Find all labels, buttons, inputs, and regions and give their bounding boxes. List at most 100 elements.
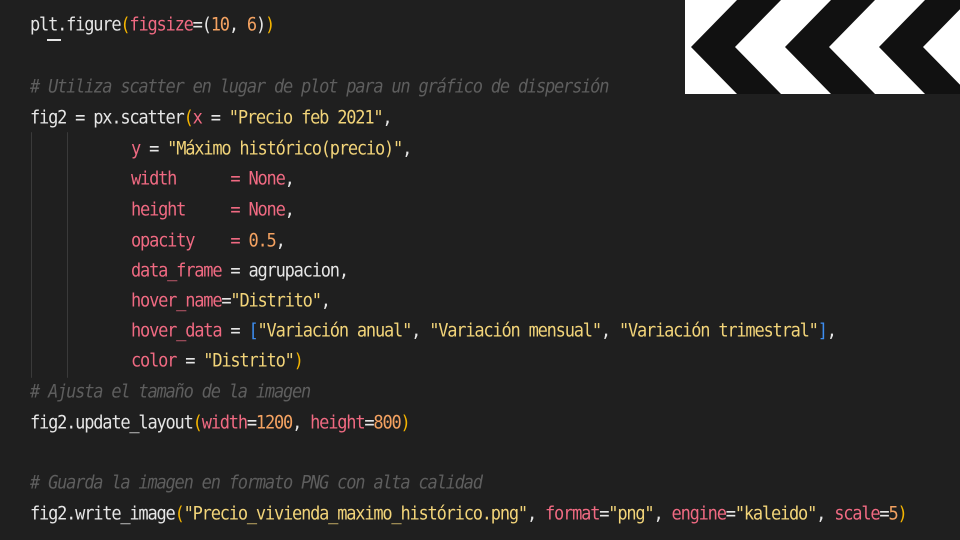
indent-guide bbox=[30, 284, 131, 318]
code-token: height bbox=[131, 198, 186, 222]
code-token: = bbox=[192, 13, 203, 37]
code-line-hover-data: hover_data = ["Variación anual", "Variac… bbox=[30, 314, 837, 348]
code-token: , bbox=[228, 13, 247, 37]
code-token: 6 bbox=[246, 13, 257, 37]
code-token: "Máximo histórico(precio)" bbox=[167, 137, 403, 161]
code-token: , bbox=[338, 259, 349, 283]
code-line-scatter: fig2 = px.scatter(x = "Precio feb 2021", bbox=[30, 101, 393, 135]
code-token: 0.5 bbox=[248, 229, 276, 253]
code-token: height bbox=[310, 411, 365, 435]
code-token: width bbox=[201, 411, 248, 435]
code-line-opacity: opacity = 0.5, bbox=[30, 224, 286, 258]
code-token: ( bbox=[201, 13, 212, 37]
code-token: , bbox=[275, 229, 286, 253]
code-line-height: height = None, bbox=[30, 193, 295, 227]
code-token: = bbox=[201, 106, 229, 130]
code-token: "Distrito" bbox=[230, 289, 322, 313]
code-token: , bbox=[816, 502, 835, 526]
code-token: = bbox=[246, 411, 257, 435]
code-token: hover_name bbox=[131, 289, 223, 313]
code-token: , bbox=[402, 137, 412, 161]
code-token: fig2.write_image bbox=[30, 502, 176, 526]
code-line-y: y = "Máximo histórico(precio)", bbox=[30, 132, 412, 166]
code-token: ( bbox=[192, 411, 203, 435]
code-token: engine bbox=[671, 502, 727, 526]
code-token: width bbox=[131, 167, 177, 191]
indent-guide bbox=[30, 254, 131, 288]
code-token: = bbox=[140, 137, 168, 161]
code-token: ) bbox=[265, 13, 275, 37]
code-token: [ bbox=[248, 319, 258, 343]
code-token: = bbox=[599, 502, 609, 526]
code-token: ( bbox=[174, 502, 185, 526]
code-token: , bbox=[284, 198, 295, 222]
code-token: , bbox=[382, 106, 392, 130]
code-token: 1200 bbox=[255, 411, 293, 435]
double-chevron-left-logo bbox=[685, 0, 960, 94]
code-token: , bbox=[292, 411, 311, 435]
code-token: ( bbox=[183, 106, 194, 130]
indent-guide bbox=[30, 224, 131, 258]
code-token: "kaleido" bbox=[734, 502, 818, 526]
code-token: 5 bbox=[888, 502, 898, 526]
code-token: = bbox=[194, 229, 249, 253]
code-line-figure: plt.figure(figsize=(10, 6)) bbox=[30, 8, 275, 42]
chevrons-icon bbox=[691, 0, 960, 94]
code-comment: # Ajusta el tamaño de la imagen bbox=[30, 380, 311, 404]
code-token: , bbox=[320, 289, 331, 313]
chevron-left-icon bbox=[879, 0, 960, 94]
code-line-color: color = "Distrito") bbox=[30, 344, 304, 378]
code-line-width: width = None, bbox=[30, 162, 295, 196]
indent-guide bbox=[30, 193, 131, 227]
indent-guide bbox=[30, 132, 131, 166]
code-token: ] bbox=[817, 319, 828, 343]
code-token: data_frame bbox=[131, 259, 223, 283]
code-token: = bbox=[221, 319, 249, 343]
code-token: "Variación mensual" bbox=[429, 319, 602, 343]
code-token: x bbox=[192, 106, 203, 130]
code-token: ) bbox=[255, 13, 266, 37]
code-token: ) bbox=[897, 502, 908, 526]
chevron-left-icon bbox=[785, 0, 875, 94]
code-token: "Precio feb 2021" bbox=[228, 106, 384, 130]
code-token: plt.figure bbox=[30, 13, 122, 37]
code-token: "png" bbox=[608, 502, 654, 526]
code-token: None bbox=[248, 198, 285, 222]
code-line-write-image: fig2.write_image("Precio_vivienda_maximo… bbox=[30, 497, 908, 531]
code-token: opacity bbox=[131, 229, 195, 253]
code-line-hover-name: hover_name="Distrito", bbox=[30, 284, 331, 318]
indent-guide bbox=[30, 162, 131, 196]
code-token: 10 bbox=[210, 13, 230, 37]
indent-guide bbox=[30, 344, 131, 378]
code-token: format bbox=[545, 502, 600, 526]
code-token: hover_data bbox=[131, 319, 223, 343]
code-comment: # Guarda la imagen en formato PNG con al… bbox=[30, 471, 483, 495]
code-token: "Distrito" bbox=[203, 349, 295, 373]
code-token: color bbox=[131, 349, 177, 373]
code-token: = bbox=[221, 259, 249, 283]
code-token: ) bbox=[400, 411, 411, 435]
code-token: "Variación trimestral" bbox=[618, 319, 819, 343]
code-token: y bbox=[131, 137, 141, 161]
code-token: fig2.update_layout bbox=[30, 411, 194, 435]
code-token: fig2 = px.scatter bbox=[30, 106, 185, 130]
code-token: , bbox=[526, 502, 546, 526]
code-token: , bbox=[653, 502, 672, 526]
code-line-data-frame: data_frame = agrupacion, bbox=[30, 254, 349, 288]
code-token: ) bbox=[293, 349, 304, 373]
code-line-update-layout: fig2.update_layout(width=1200, height=80… bbox=[30, 406, 411, 440]
code-token: = bbox=[185, 198, 249, 222]
code-comment: # Utiliza scatter en lugar de plot para … bbox=[30, 75, 609, 99]
code-token: , bbox=[600, 319, 619, 343]
code-token: agrupacion bbox=[248, 259, 340, 283]
code-token: , bbox=[826, 319, 837, 343]
code-token: "Precio_vivienda_maximo_histórico.png" bbox=[183, 502, 529, 526]
code-token: = bbox=[176, 349, 204, 373]
code-token: "Variación anual" bbox=[257, 319, 413, 343]
code-token: None bbox=[248, 167, 285, 191]
code-token: scale bbox=[834, 502, 880, 526]
code-token: 800 bbox=[373, 411, 401, 435]
code-token: = bbox=[725, 502, 736, 526]
code-token: , bbox=[411, 319, 430, 343]
indent-guide bbox=[30, 314, 131, 348]
